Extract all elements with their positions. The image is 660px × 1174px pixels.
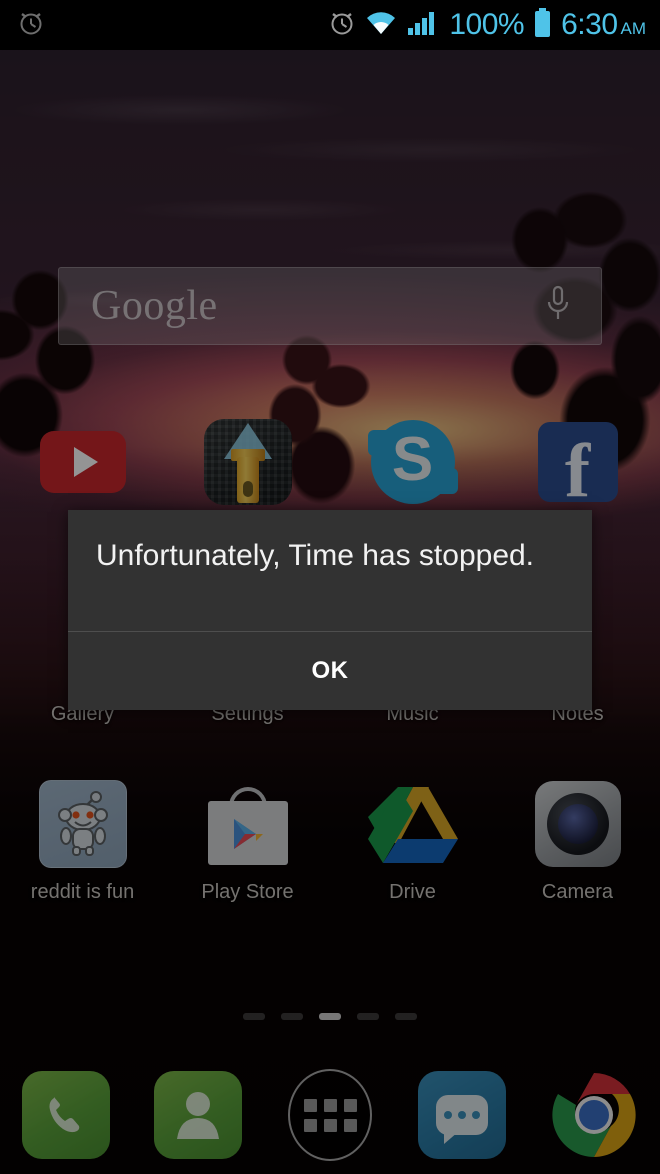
signal-icon (407, 10, 439, 41)
battery-percent-label: 100% (449, 8, 525, 41)
status-bar-clock: 6:30 AM (561, 10, 646, 40)
dialog-button-bar: OK (68, 632, 592, 710)
alarm-icon (329, 9, 355, 42)
battery-icon (534, 7, 551, 43)
status-bar: 100% 6:30 AM (0, 0, 660, 50)
alarm-icon (18, 9, 44, 42)
app-crash-dialog: Unfortunately, Time has stopped. OK (68, 510, 592, 710)
clock-ampm: AM (620, 19, 647, 38)
wifi-icon (365, 10, 397, 41)
status-bar-right: 100% 6:30 AM (329, 7, 660, 43)
ok-button[interactable]: OK (272, 647, 389, 695)
android-home-screen: Google S f Gallery Settings Music Notes … (0, 0, 660, 1174)
clock-time: 6:30 (561, 8, 618, 41)
dialog-message: Unfortunately, Time has stopped. (96, 539, 535, 572)
status-bar-left (0, 9, 44, 42)
